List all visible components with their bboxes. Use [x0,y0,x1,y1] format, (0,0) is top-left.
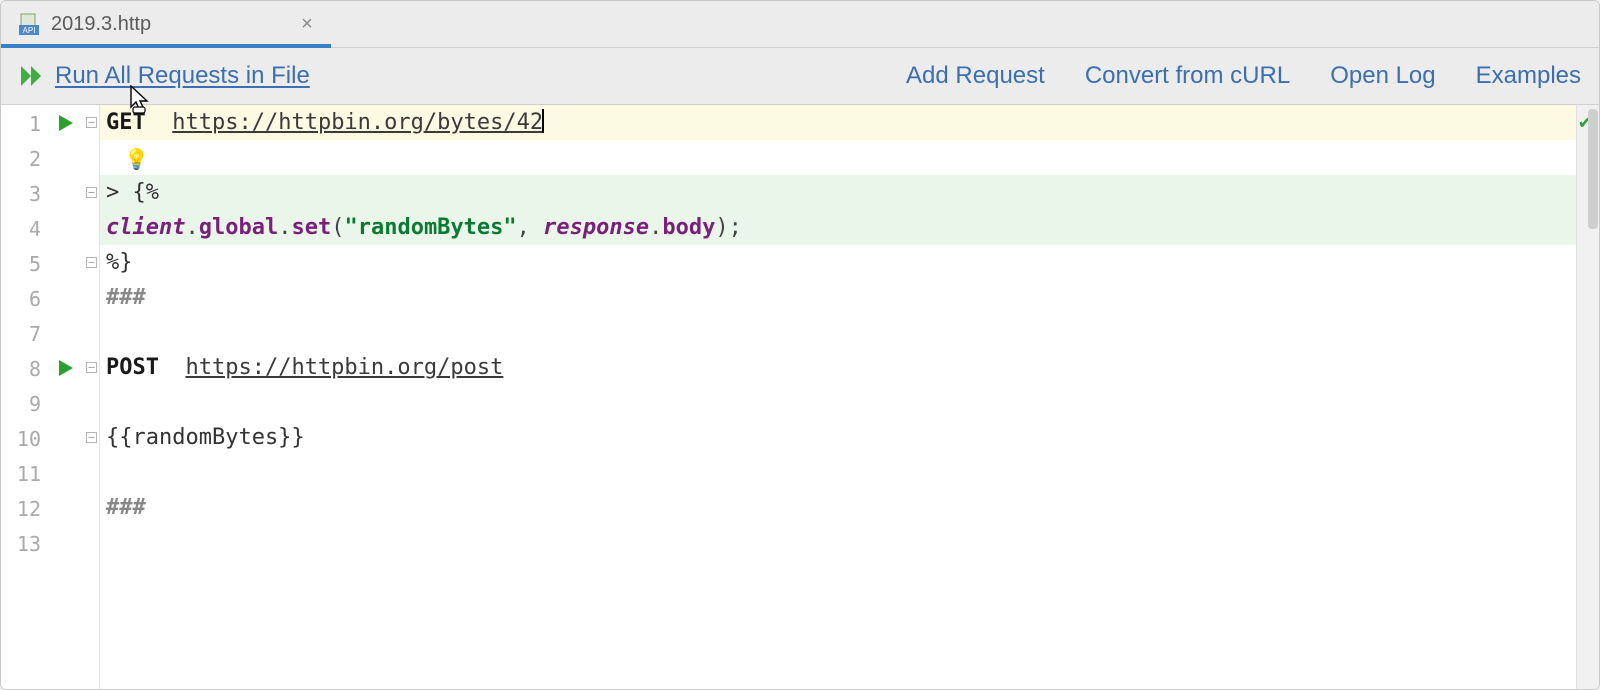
code-line[interactable] [100,315,1599,350]
fold-icon[interactable]: – [86,362,97,373]
gutter-annotations: – – – – – [51,105,99,690]
code-line[interactable]: POST https://httpbin.org/post [100,350,1599,385]
code-line[interactable] [100,385,1599,420]
http-method: POST [106,355,159,380]
tab-bar: API 2019.3.http × [1,1,1599,48]
code-line[interactable]: {{randomBytes}} [100,420,1599,455]
inspection-strip: ✔ [1576,105,1599,690]
toolbar-links: Add Request Convert from cURL Open Log E… [906,62,1581,90]
code-line[interactable]: GET https://httpbin.org/bytes/42 [100,105,1599,140]
examples-link[interactable]: Examples [1476,62,1581,90]
fold-icon[interactable]: – [86,187,97,198]
code-line[interactable]: ### [100,490,1599,525]
api-file-icon: API [19,13,41,35]
code-line[interactable]: %} [100,245,1599,280]
run-all-icon[interactable] [19,64,47,88]
variable-ref: {{randomBytes}} [106,425,305,450]
fold-icon[interactable]: – [86,117,97,128]
run-request-icon[interactable] [59,357,73,382]
fold-icon[interactable]: – [86,432,97,443]
code-line[interactable]: ### [100,280,1599,315]
script-close: %} [106,250,133,275]
fold-icon[interactable]: – [86,257,97,268]
file-tab-label: 2019.3.http [51,13,151,36]
code-line[interactable] [100,455,1599,490]
file-tab[interactable]: API 2019.3.http × [1,1,331,47]
code-line[interactable]: client.global.set("randomBytes", respons… [100,210,1599,245]
add-request-link[interactable]: Add Request [906,62,1045,90]
convert-curl-link[interactable]: Convert from cURL [1085,62,1290,90]
code-area[interactable]: GET https://httpbin.org/bytes/42 💡 > {% … [99,105,1599,690]
run-all-link[interactable]: Run All Requests in File [55,62,310,90]
request-separator: ### [106,495,146,520]
code-line[interactable]: > {% [100,175,1599,210]
intention-bulb-icon[interactable]: 💡 [124,142,149,177]
close-tab-icon[interactable]: × [301,14,313,34]
text-caret [542,109,544,133]
open-log-link[interactable]: Open Log [1330,62,1435,90]
code-line[interactable]: 💡 [100,140,1599,175]
script-open: > {% [106,180,159,205]
http-toolbar: Run All Requests in File Add Request Con… [1,48,1599,105]
http-url[interactable]: https://httpbin.org/post [185,355,503,380]
http-url[interactable]: https://httpbin.org/bytes/42 [172,110,543,135]
code-editor[interactable]: 1234 5678 9101112 13 – – – – – GET https… [1,105,1599,690]
line-number-gutter: 1234 5678 9101112 13 [1,105,51,690]
ide-editor-frame: API 2019.3.http × Run All Requests in Fi… [0,0,1600,690]
http-method: GET [106,110,146,135]
run-request-icon[interactable] [59,112,73,137]
svg-text:API: API [23,26,36,35]
scrollbar-thumb[interactable] [1588,109,1598,229]
request-separator: ### [106,285,146,310]
code-line[interactable] [100,525,1599,560]
